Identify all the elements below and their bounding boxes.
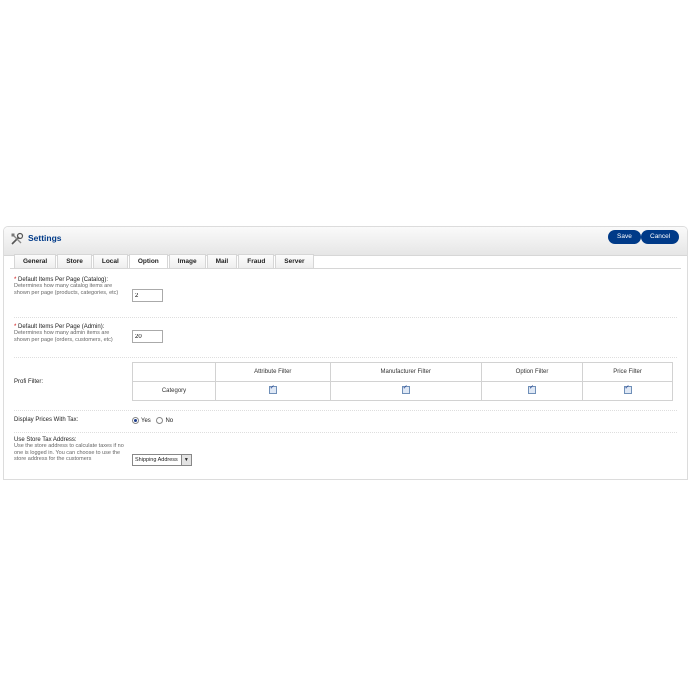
admin-items-row: * Default Items Per Page (Admin): Determ… bbox=[14, 318, 677, 358]
tab-server[interactable]: Server bbox=[275, 254, 314, 268]
option-filter-checkbox[interactable] bbox=[528, 384, 536, 394]
admin-items-input[interactable] bbox=[132, 330, 163, 343]
column-header: Manufacturer Filter bbox=[329, 362, 482, 382]
tab-general[interactable]: General bbox=[14, 254, 57, 268]
catalog-items-input[interactable] bbox=[132, 289, 163, 302]
tax-no-label: No bbox=[165, 418, 174, 425]
tax-yes-label: Yes bbox=[141, 418, 151, 425]
manufacturer-filter-checkbox[interactable] bbox=[401, 384, 410, 394]
settings-panel: Settings Save Cancel General Store Local… bbox=[3, 226, 688, 480]
catalog-items-help: Determines how many catalog items are sh… bbox=[14, 283, 119, 296]
tab-image[interactable]: Image bbox=[168, 254, 206, 268]
tax-yes-radio[interactable] bbox=[132, 417, 139, 424]
attribute-filter-checkbox[interactable] bbox=[268, 384, 277, 394]
save-button[interactable]: Save bbox=[608, 230, 641, 244]
store-tax-address-help: Use the store address to calculate taxes… bbox=[14, 443, 124, 462]
page-title: Settings bbox=[28, 233, 62, 243]
profi-filter-table: Attribute Filter Manufacturer Filter Opt… bbox=[132, 362, 673, 401]
price-filter-checkbox[interactable] bbox=[623, 384, 632, 394]
admin-items-help: Determines how many admin items are show… bbox=[14, 330, 113, 343]
tab-store[interactable]: Store bbox=[57, 254, 92, 268]
panel-header: Settings Save Cancel bbox=[4, 227, 687, 256]
tab-bar: General Store Local Option Image Mail Fr… bbox=[14, 254, 315, 269]
select-value: Shipping Address bbox=[135, 457, 178, 463]
tab-divider bbox=[10, 268, 681, 269]
tab-option[interactable]: Option bbox=[128, 254, 168, 269]
column-header: Attribute Filter bbox=[215, 362, 331, 382]
tab-fraud[interactable]: Fraud bbox=[238, 254, 275, 268]
catalog-items-row: * Default Items Per Page (Catalog): Dete… bbox=[14, 277, 677, 318]
profi-filter-row: Profi Filter: Attribute Filter Manufactu… bbox=[14, 358, 677, 411]
display-prices-tax-row: Display Prices With Tax: Yes No bbox=[14, 411, 677, 433]
column-header: Price Filter bbox=[582, 362, 673, 382]
tools-icon bbox=[11, 232, 24, 245]
store-tax-address-select[interactable]: Shipping Address ▼ bbox=[132, 454, 192, 466]
chevron-down-icon: ▼ bbox=[180, 455, 191, 465]
tab-local[interactable]: Local bbox=[92, 254, 128, 268]
category-row-label: Category bbox=[132, 381, 216, 401]
column-header: Option Filter bbox=[480, 362, 584, 382]
tax-no-radio[interactable] bbox=[156, 417, 164, 424]
profi-filter-label: Profi Filter: bbox=[14, 379, 44, 385]
store-tax-address-row: Use Store Tax Address: Use the store add… bbox=[14, 433, 677, 479]
tab-mail[interactable]: Mail bbox=[206, 254, 238, 268]
display-prices-tax-label: Display Prices With Tax: bbox=[14, 417, 79, 423]
cancel-button[interactable]: Cancel bbox=[641, 230, 680, 244]
